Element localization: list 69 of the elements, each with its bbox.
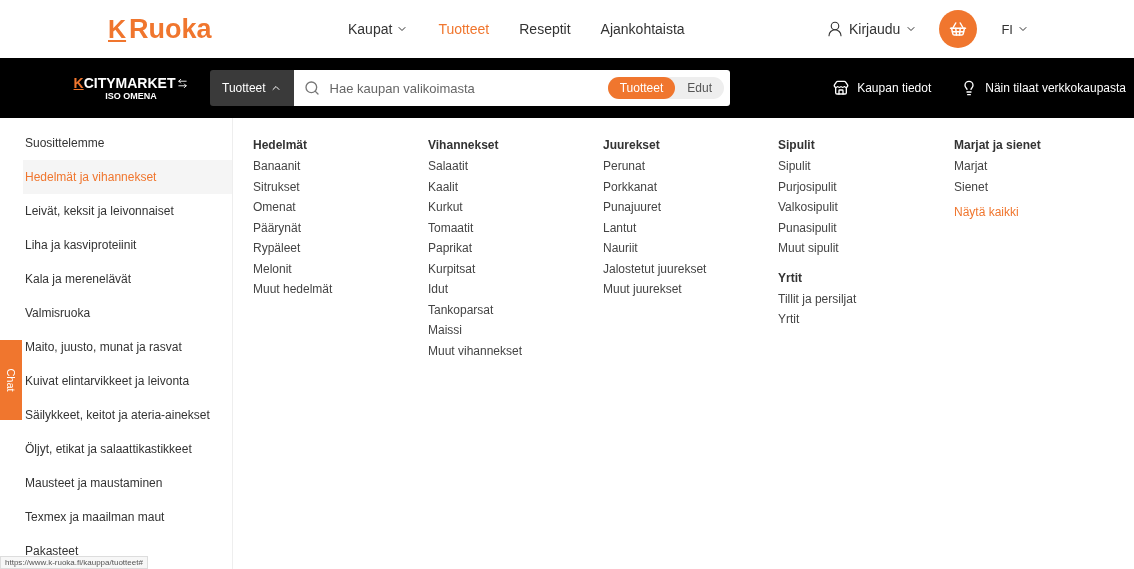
nav-link[interactable]: Kaupat — [348, 21, 409, 37]
subcategory-link[interactable]: Nauriit — [603, 238, 778, 259]
subcategory-link[interactable]: Porkkanat — [603, 176, 778, 197]
category-item[interactable]: Kuivat elintarvikkeet ja leivonta — [23, 364, 232, 398]
subcategory-link[interactable]: Lantut — [603, 217, 778, 238]
subcategory-link[interactable]: Rypäleet — [253, 238, 428, 259]
subcategory-link[interactable]: Tomaatit — [428, 217, 603, 238]
subcategory-link[interactable]: Banaanit — [253, 156, 428, 177]
store-bar-link[interactable]: Näin tilaat verkkokaupasta — [961, 80, 1126, 96]
search-field[interactable]: Hae kaupan valikoimasta Tuotteet Edut — [293, 70, 730, 106]
subcategory-link[interactable]: Omenat — [253, 197, 428, 218]
url-preview-tooltip: https://www.k-ruoka.fi/kauppa/tuotteet# — [0, 556, 148, 569]
search-icon — [303, 80, 320, 96]
subcategory-link[interactable]: Tankoparsat — [428, 299, 603, 320]
subcategory-heading[interactable]: Sipulit — [778, 134, 954, 156]
subcategory-link[interactable]: Muut juurekset — [603, 279, 778, 300]
subcategory-heading[interactable]: Marjat ja sienet — [954, 134, 1129, 156]
subcategory-link[interactable]: Sitrukset — [253, 176, 428, 197]
nav-link[interactable]: Reseptit — [519, 21, 571, 37]
basket-icon — [949, 20, 968, 38]
scope-dropdown-button[interactable]: Tuotteet — [210, 70, 294, 106]
subcategory-link[interactable]: Kaalit — [428, 176, 603, 197]
subcategory-link[interactable]: Idut — [428, 279, 603, 300]
subcategory-link[interactable]: Yrtit — [778, 309, 954, 330]
category-item[interactable]: Texmex ja maailman maut — [23, 500, 232, 534]
language-selector[interactable]: FI — [1001, 21, 1029, 37]
user-icon — [826, 20, 844, 38]
subcategory-heading[interactable]: Yrtit — [778, 266, 954, 289]
subcategory-link[interactable]: Päärynät — [253, 217, 428, 238]
category-item[interactable]: Mausteet ja maustaminen — [23, 466, 232, 500]
subcategory-link[interactable]: Kurpitsat — [428, 258, 603, 279]
category-item[interactable]: Liha ja kasviproteiinit — [23, 228, 232, 262]
subcategory-link[interactable]: Tillit ja persiljat — [778, 288, 954, 309]
subcategory-link[interactable]: Punasipulit — [778, 217, 954, 238]
subcategory-link[interactable]: Sienet — [954, 176, 1129, 197]
subcategory-link[interactable]: Purjosipulit — [778, 176, 954, 197]
subcategory-link[interactable]: Perunat — [603, 156, 778, 177]
subcategory-link[interactable]: Salaatit — [428, 156, 603, 177]
category-item[interactable]: Valmisruoka — [23, 296, 232, 330]
category-item[interactable]: Leivät, keksit ja leivonnaiset — [23, 194, 232, 228]
subcategory-link[interactable]: Marjat — [954, 156, 1129, 177]
subcategory-link[interactable]: Paprikat — [428, 238, 603, 259]
search-toggle-button[interactable]: Edut — [675, 77, 724, 99]
store-bar-link[interactable]: Kaupan tiedot — [833, 80, 932, 96]
subcategory-link[interactable]: Punajuuret — [603, 197, 778, 218]
subcategory-link[interactable]: Sipulit — [778, 156, 954, 177]
subcategory-heading[interactable]: Juurekset — [603, 134, 778, 156]
subcategory-link[interactable]: Kurkut — [428, 197, 603, 218]
swap-icon[interactable] — [177, 77, 189, 89]
nav-link[interactable]: Ajankohtaista — [600, 21, 685, 37]
subcategory-link[interactable]: Valkosipulit — [778, 197, 954, 218]
subcategory-link[interactable]: Maissi — [428, 320, 603, 341]
category-item[interactable]: Kala ja merenelävät — [23, 262, 232, 296]
subcategory-link[interactable]: Muut vihannekset — [428, 340, 603, 361]
category-item[interactable]: Suosittelemme — [23, 126, 232, 160]
login-link[interactable]: Kirjaudu — [826, 20, 918, 38]
subcategory-link[interactable]: Jalostetut juurekset — [603, 258, 778, 279]
subcategory-link[interactable]: Melonit — [253, 258, 428, 279]
category-item[interactable]: Maito, juusto, munat ja rasvat — [23, 330, 232, 364]
subcategory-heading[interactable]: Hedelmät — [253, 134, 428, 156]
store-name[interactable]: KCITYMARKET — [73, 75, 176, 91]
category-item[interactable]: Säilykkeet, keitot ja ateria-ainekset — [23, 398, 232, 432]
subcategory-link[interactable]: Muut sipulit — [778, 238, 954, 259]
store-icon — [833, 80, 850, 96]
subcategory-heading[interactable]: Vihannekset — [428, 134, 603, 156]
basket-button[interactable] — [939, 10, 978, 48]
store-location: ISO OMENA — [105, 91, 157, 101]
category-item[interactable]: Öljyt, etikat ja salaattikastikkeet — [23, 432, 232, 466]
subcategory-link[interactable]: Muut hedelmät — [253, 279, 428, 300]
